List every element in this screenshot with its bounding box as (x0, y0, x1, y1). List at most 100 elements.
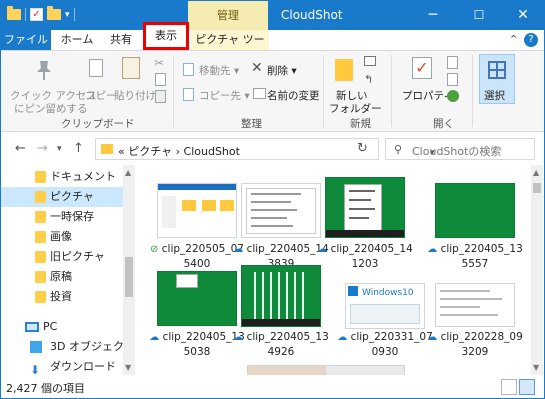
large-icons-view-button[interactable] (519, 379, 535, 395)
file-thumbnail[interactable] (435, 283, 515, 327)
tab-home[interactable]: ホーム (55, 30, 99, 50)
search-box[interactable]: ⚲ CloudShotの検索 (385, 138, 535, 160)
tab-view[interactable]: 表示 (143, 22, 189, 50)
customize-toolbar-icon[interactable]: ▾ (65, 10, 70, 20)
3d-object-icon (30, 341, 42, 353)
refresh-icon[interactable]: ↻ (357, 141, 368, 156)
delete-button[interactable]: 削除 ▾ (267, 63, 297, 78)
file-thumbnail[interactable] (325, 177, 405, 238)
folder-icon (35, 171, 46, 183)
file-name[interactable]: ⊘ clip_220505_075400 (149, 242, 245, 271)
thumb-line (251, 225, 293, 227)
context-tab-manage[interactable]: 管理 (188, 1, 268, 30)
details-view-button[interactable] (501, 379, 517, 395)
forward-arrow-icon[interactable]: → (37, 141, 48, 156)
properties-icon: ✓ (412, 57, 432, 79)
file-name[interactable]: ☁ clip_220405_134926 (233, 330, 329, 359)
file-name[interactable]: ☁ clip_220405_135038 (149, 330, 245, 359)
breadcrumb-separator: › (175, 145, 181, 158)
file-name[interactable]: ☁ clip_220331_070930 (337, 330, 433, 359)
paste-icon (122, 57, 140, 79)
copy-button[interactable]: コピー (85, 88, 117, 103)
paste-button[interactable]: 貼り付け (114, 88, 156, 103)
new-folder-icon[interactable] (47, 6, 61, 20)
thumb-line (349, 217, 369, 219)
maximize-button[interactable]: ☐ (457, 1, 501, 30)
file-thumbnail[interactable]: Windows10 (345, 283, 425, 329)
scroll-down-icon[interactable]: ▼ (125, 363, 131, 372)
file-view: ⊘ clip_220505_075400 ☁ clip_220405_14383… (139, 165, 531, 375)
scroll-up-icon[interactable]: ▲ (125, 168, 131, 177)
nav-scroll-thumb[interactable] (125, 257, 133, 297)
file-name[interactable]: ☁ clip_220228_093209 (427, 330, 523, 359)
thumb-folder (182, 200, 196, 211)
breadcrumb-pictures[interactable]: ピクチャ (128, 145, 172, 158)
separator (25, 8, 26, 21)
pc-icon (25, 322, 39, 332)
content-scroll-thumb[interactable] (533, 183, 541, 193)
easy-access-icon[interactable]: ↰ (364, 73, 373, 86)
minimize-button[interactable]: ─ (411, 1, 455, 30)
scroll-up-icon[interactable]: ▲ (533, 168, 539, 177)
nav-item-downloads[interactable]: ⬇ ダウンロード (1, 357, 123, 377)
file-thumbnail[interactable] (241, 265, 321, 327)
help-icon[interactable]: ? (524, 33, 538, 47)
move-to-button[interactable]: 移動先 ▾ (199, 63, 239, 78)
scroll-down-icon[interactable]: ▼ (533, 363, 539, 372)
file-thumbnail[interactable] (241, 183, 321, 238)
file-name[interactable]: ☁ clip_220405_141203 (317, 242, 413, 271)
nav-item-pc[interactable]: PC (1, 317, 123, 337)
copy-icon (89, 59, 103, 77)
new-item-icon[interactable] (364, 56, 376, 66)
folder-icon (35, 211, 46, 223)
tab-file[interactable]: ファイル (1, 30, 51, 50)
copy-path-icon[interactable] (155, 73, 166, 86)
ribbon-tabs: ファイル ホーム 共有 表示 ピクチャ ツール ⌃ ? (1, 22, 544, 66)
nav-item-images[interactable]: 画像 (1, 227, 123, 247)
properties-icon[interactable]: ✓ (30, 8, 43, 21)
nav-item-documents[interactable]: ドキュメント (1, 167, 123, 187)
recent-locations-icon[interactable]: ▾ (57, 144, 62, 154)
file-thumbnail[interactable] (247, 365, 327, 375)
close-button[interactable]: ✕ (501, 1, 544, 30)
nav-scrollbar[interactable]: ▲ ▼ (123, 165, 135, 375)
history-icon[interactable] (447, 90, 459, 102)
address-bar[interactable]: « ピクチャ › CloudShot ▾ (95, 138, 435, 160)
tab-picture-tools[interactable]: ピクチャ ツール (191, 30, 269, 66)
open-icon[interactable] (447, 56, 458, 69)
back-arrow-icon[interactable]: ← (15, 141, 26, 156)
thumb-line (349, 190, 375, 192)
ribbon-collapse-icon[interactable]: ⌃ (509, 33, 518, 46)
copy-to-button[interactable]: コピー先 ▾ (199, 88, 250, 103)
breadcrumb-cloudshot[interactable]: CloudShot (184, 145, 240, 158)
paste-shortcut-icon[interactable] (155, 90, 166, 103)
tab-share[interactable]: 共有 (101, 30, 141, 50)
up-arrow-icon[interactable]: ↑ (73, 141, 84, 156)
group-separator (472, 55, 473, 127)
rename-button[interactable]: 名前の変更 (267, 88, 320, 103)
file-name[interactable]: ☁ clip_220405_135557 (427, 242, 523, 271)
new-group-label: 新規 (350, 118, 371, 130)
file-thumbnail[interactable] (157, 271, 237, 326)
copy-to-icon (183, 88, 194, 101)
content-scrollbar[interactable]: ▲ ▼ (531, 165, 543, 375)
file-thumbnail[interactable] (157, 183, 237, 238)
nav-item-3d-objects[interactable]: 3D オブジェクト (1, 337, 135, 357)
ribbon: クイック アクセス にピン留めする コピー 貼り付け ✂ クリップボード 移動先… (1, 50, 544, 132)
nav-item-old-pictures[interactable]: 旧ピクチャ (1, 247, 123, 267)
nav-item-investment[interactable]: 投資 (1, 287, 123, 307)
thumb-line (349, 208, 375, 210)
group-separator (391, 55, 392, 127)
edit-icon[interactable] (447, 73, 458, 86)
cut-icon[interactable]: ✂ (154, 56, 164, 70)
nav-item-pictures[interactable]: ピクチャ (1, 187, 123, 207)
thumb-taskbar (326, 230, 404, 237)
breadcrumb-prefix[interactable]: « (118, 145, 125, 158)
file-thumbnail[interactable] (435, 183, 515, 238)
navigation-pane: ドキュメント ピクチャ 一時保存 画像 旧ピクチャ 原稿 投資 PC 3D オブ… (1, 165, 136, 377)
nav-item-temp[interactable]: 一時保存 (1, 207, 123, 227)
folder-icon (7, 6, 21, 20)
nav-item-manuscripts[interactable]: 原稿 (1, 267, 123, 287)
file-thumbnail[interactable] (325, 365, 405, 375)
thumb-menu (246, 188, 316, 234)
